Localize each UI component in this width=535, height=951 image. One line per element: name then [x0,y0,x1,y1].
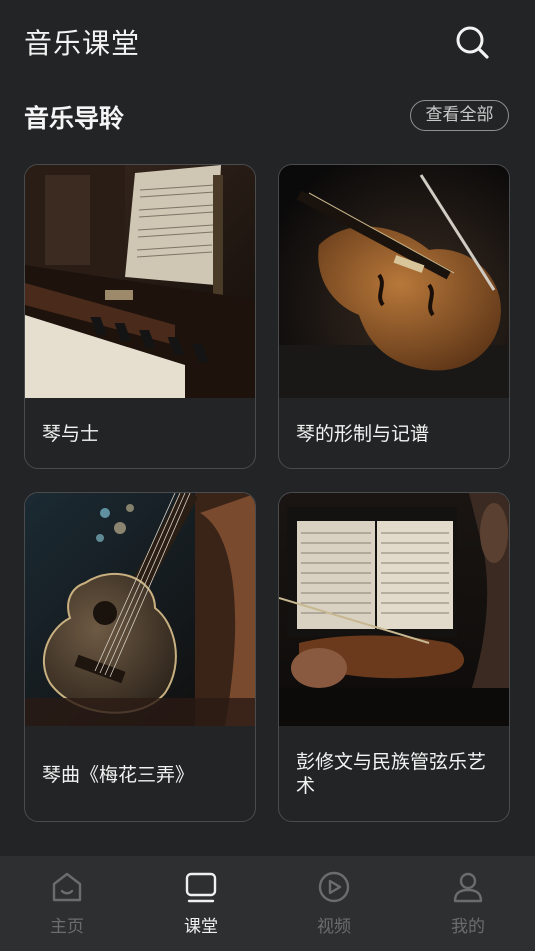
violin-bow-photo [279,165,509,398]
course-card-title: 琴曲《梅花三弄》 [42,764,195,786]
course-card-title: 琴与士 [42,423,100,445]
course-card[interactable]: 彭修文与民族管弦乐艺术 [278,492,510,822]
piano-sheet-music-photo [25,165,255,398]
course-card-title: 彭修文与民族管弦乐艺术 [296,751,487,797]
course-card-title: 琴的形制与记谱 [296,423,430,445]
orchestra-violin-score-photo [279,493,509,726]
search-button[interactable] [452,22,492,62]
tab-label: 我的 [451,917,485,937]
home-icon [52,872,82,902]
tab-classroom[interactable]: 课堂 [134,856,268,951]
section-title: 音乐导聆 [24,104,125,133]
user-icon [453,872,483,903]
tab-home[interactable]: 主页 [0,856,134,951]
course-card[interactable]: 琴的形制与记谱 [278,164,510,469]
bottom-tab-bar: 主页 课堂 视频 我的 [0,856,535,951]
tab-label: 主页 [50,917,84,937]
app-header: 音乐课堂 [0,0,535,84]
tv-icon [185,872,217,903]
tab-video[interactable]: 视频 [267,856,401,951]
course-card[interactable]: 琴与士 [24,164,256,469]
app-title: 音乐课堂 [24,27,141,60]
search-icon [456,26,489,59]
tab-mine[interactable]: 我的 [401,856,535,951]
tab-label: 视频 [317,917,351,937]
view-all-button[interactable]: 查看全部 [410,100,509,131]
play-circle-icon [318,871,350,903]
ukulele-photo [25,493,255,726]
tab-label: 课堂 [184,917,218,937]
course-card[interactable]: 琴曲《梅花三弄》 [24,492,256,822]
